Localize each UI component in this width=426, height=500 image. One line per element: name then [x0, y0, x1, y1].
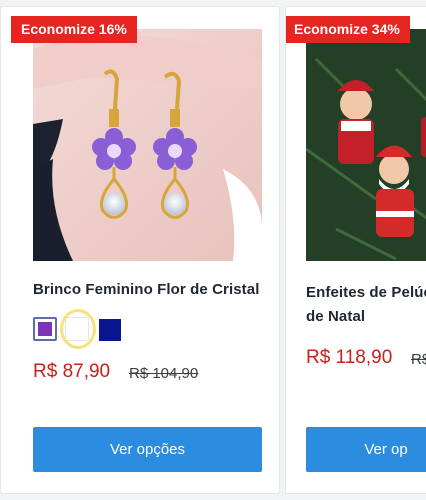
product-image-earrings[interactable]	[33, 29, 262, 261]
sale-price: R$ 118,90	[306, 347, 393, 368]
swatch-navy[interactable]	[99, 319, 121, 341]
swatch-white[interactable]	[65, 317, 89, 341]
product-title[interactable]: Enfeites de Pelúc de Natal	[306, 281, 426, 329]
product-card-earrings[interactable]: Economize 16% Brinco Feminino Flor de Cr…	[0, 6, 280, 494]
product-card-christmas[interactable]: Economize 34% Enfeites de Pelúc de Natal…	[285, 6, 426, 494]
product-image-christmas[interactable]	[306, 29, 426, 261]
swatch-purple[interactable]	[33, 317, 57, 341]
christmas-photo	[306, 29, 426, 261]
sale-price: R$ 87,90	[33, 361, 111, 382]
earrings-photo	[33, 29, 262, 261]
product-title-line-2: de Natal	[306, 308, 366, 325]
original-price: R$ 104,90	[129, 365, 199, 382]
product-title[interactable]: Brinco Feminino Flor de Cristal	[33, 281, 273, 298]
discount-badge: Economize 34%	[286, 16, 410, 43]
swatch-purple-fill	[38, 322, 52, 336]
product-title-line-1: Enfeites de Pelúc	[306, 284, 426, 301]
view-options-button[interactable]: Ver op	[306, 427, 426, 472]
view-options-button[interactable]: Ver opções	[33, 427, 262, 472]
discount-badge: Economize 16%	[11, 16, 137, 43]
original-price: R$	[411, 351, 426, 368]
